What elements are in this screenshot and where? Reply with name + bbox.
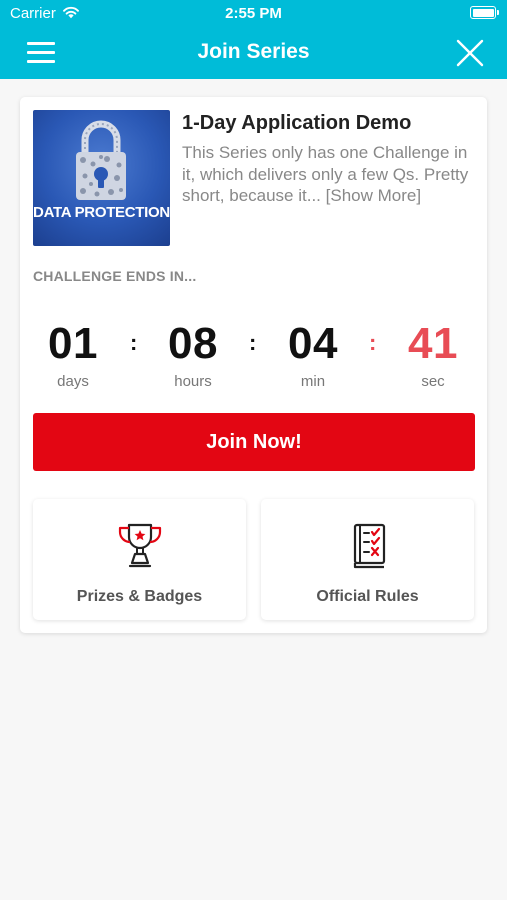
app-header: Carrier 2:55 PM Join Series <box>0 0 507 79</box>
series-thumbnail: DATA PROTECTION <box>33 110 170 246</box>
rulebook-icon <box>353 523 385 569</box>
countdown-minutes-label: min <box>300 373 326 390</box>
page-title: Join Series <box>197 40 310 63</box>
series-card: DATA PROTECTION 1-Day Application Demo T… <box>20 97 487 633</box>
countdown-seconds-label: sec <box>421 373 445 390</box>
countdown-days: 01 <box>48 319 98 368</box>
status-bar: Carrier 2:55 PM <box>0 0 507 28</box>
countdown-separator: : <box>249 330 257 355</box>
prizes-badges-label: Prizes & Badges <box>76 588 203 605</box>
status-time: 2:55 PM <box>225 5 282 22</box>
series-title: 1-Day Application Demo <box>182 112 412 134</box>
nav-bar: Join Series <box>0 28 507 79</box>
trophy-icon <box>118 523 161 568</box>
battery-icon <box>470 6 499 19</box>
series-description: This Series only has one Challenge in it… <box>182 142 472 207</box>
padlock-icon <box>76 120 126 200</box>
official-rules-label: Official Rules <box>316 588 419 605</box>
countdown-separator: : <box>369 330 377 355</box>
countdown-minutes: 04 <box>288 319 338 368</box>
thumbnail-caption: DATA PROTECTION <box>33 204 170 221</box>
official-rules-tile[interactable]: Official Rules <box>261 499 474 620</box>
prizes-badges-tile[interactable]: Prizes & Badges <box>33 499 246 620</box>
countdown-hours-label: hours <box>174 373 212 390</box>
countdown-separator: : <box>130 330 138 355</box>
show-more-link[interactable]: [Show More] <box>326 186 421 205</box>
close-icon[interactable] <box>455 38 485 68</box>
join-now-button[interactable]: Join Now! <box>33 413 475 471</box>
countdown-seconds: 41 <box>408 319 458 368</box>
challenge-ends-label: CHALLENGE ENDS IN... <box>33 268 197 284</box>
countdown-hours: 08 <box>168 319 218 368</box>
countdown-days-label: days <box>57 373 89 390</box>
